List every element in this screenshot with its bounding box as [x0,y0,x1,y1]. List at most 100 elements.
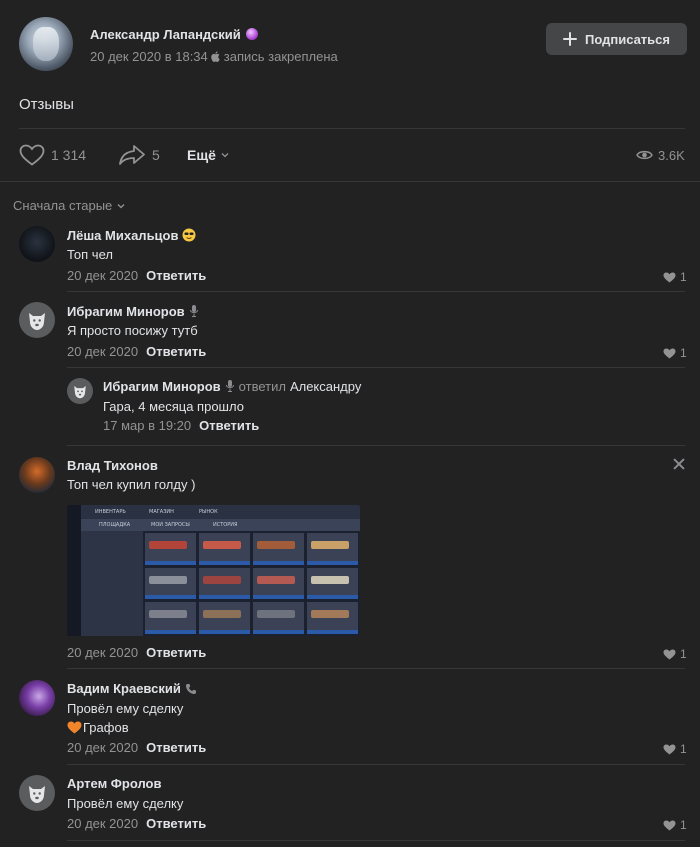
heart-icon [663,348,676,358]
reply-button[interactable]: Ответить [199,418,259,433]
screenshot-subtab: МОИ ЗАПРОСЫ [151,522,190,528]
avatar[interactable] [19,302,55,338]
author-name-text[interactable]: Александр Лапандский [90,27,241,42]
likes-count: 1 314 [51,147,87,163]
reply-button[interactable]: Ответить [146,816,206,831]
screenshot-item [199,567,250,600]
divider [0,181,700,182]
comment-like-button[interactable]: 1 [663,742,687,756]
post-date[interactable]: 20 дек 2020 в 18:34 [90,49,208,64]
avatar[interactable] [67,378,93,404]
screenshot-item [199,533,250,565]
comment-date[interactable]: 20 дек 2020 [67,268,138,283]
comment-author-text[interactable]: Вадим Краевский [67,681,181,696]
reply-button[interactable]: Ответить [146,268,206,283]
reply-to-name[interactable]: Александру [290,379,361,394]
subscribe-label: Подписаться [584,31,670,47]
comment-date[interactable]: 17 мар в 19:20 [103,418,191,433]
comment-author[interactable]: Ибрагим Миноров ответил Александру [103,379,361,394]
apple-icon [211,51,220,62]
dog-icon [74,385,86,399]
comment-date[interactable]: 20 дек 2020 [67,645,138,660]
sort-dropdown[interactable]: Сначала старые [13,198,125,213]
dog-icon [29,786,45,803]
chevron-down-icon [221,153,229,158]
share-icon [119,145,145,165]
comment-like-button[interactable]: 1 [663,346,687,360]
avatar[interactable] [19,457,55,493]
reply-button[interactable]: Ответить [146,740,206,755]
screenshot-item-grid [145,533,358,634]
screenshot-subtab: ИСТОРИЯ [213,522,238,528]
screenshot-tab: МАГАЗИН [149,509,174,515]
comment-author[interactable]: Вадим Краевский [67,681,197,696]
screenshot-item [145,533,196,565]
badge-icon [245,28,258,40]
comment-footer: 20 дек 2020 Ответить [67,344,206,359]
eye-icon [636,150,653,160]
avatar[interactable] [19,680,55,716]
dog-icon [29,313,45,330]
mention-text[interactable]: Графов [83,720,129,735]
screenshot-item [307,533,358,565]
comment-date[interactable]: 20 дек 2020 [67,344,138,359]
post-text: Отзывы [19,96,74,113]
comment-author[interactable]: Артем Фролов [67,776,162,791]
comment-author-text[interactable]: Ибрагим Миноров [103,379,221,394]
pinned-label: запись закреплена [223,49,338,64]
comment-author-text[interactable]: Ибрагим Миноров [67,304,185,319]
screenshot-tab: РЫНОК [199,509,218,515]
reply-button[interactable]: Ответить [146,344,206,359]
comment-text: Я просто посижу тутб [67,323,198,338]
comment-likes: 1 [680,742,687,756]
comment-author-text[interactable]: Лёша Михальцов [67,228,178,243]
comment-author-text[interactable]: Артем Фролов [67,776,162,791]
post-meta: 20 дек 2020 в 18:34 запись закреплена [90,49,338,64]
reply-button[interactable]: Ответить [146,645,206,660]
author-avatar[interactable] [19,17,73,71]
views-count: 3.6K [658,147,685,163]
comment-author[interactable]: Влад Тихонов [67,458,158,473]
post-actions: 1 314 5 Ещё 3.6K [0,138,700,172]
comment-text: Топ чел [67,247,113,262]
comment-like-button[interactable]: 1 [663,647,687,661]
comment-date[interactable]: 20 дек 2020 [67,816,138,831]
comment-author[interactable]: Ибрагим Миноров [67,304,199,319]
phone-icon [185,684,196,694]
screenshot-filter-pane [81,531,143,636]
screenshot-item [145,567,196,600]
more-label: Ещё [187,147,216,163]
share-button[interactable]: 5 [118,138,160,172]
comment-author[interactable]: Лёша Михальцов [67,228,196,243]
sort-label: Сначала старые [13,198,113,213]
screenshot-item [253,533,304,565]
avatar[interactable] [19,226,55,262]
comment-date[interactable]: 20 дек 2020 [67,740,138,755]
comment-likes: 1 [680,818,687,832]
heart-icon [663,649,676,659]
microphone-icon [225,380,234,392]
comment-author-text[interactable]: Влад Тихонов [67,458,158,473]
author-name[interactable]: Александр Лапандский [90,27,258,42]
comment-footer: 20 дек 2020 Ответить [67,268,206,283]
subscribe-button[interactable]: Подписаться [546,23,687,55]
screenshot-item [253,602,304,634]
comment-footer: 17 мар в 19:20 Ответить [103,418,259,433]
comment-likes: 1 [680,647,687,661]
comment-like-button[interactable]: 1 [663,818,687,832]
screenshot-item [145,602,196,634]
comment-text-line: Графов [67,718,129,737]
more-button[interactable]: Ещё [187,138,235,172]
like-button[interactable]: 1 314 [19,138,86,172]
plus-icon [562,32,577,46]
close-icon[interactable] [673,458,685,470]
comment-likes: 1 [680,270,687,284]
avatar[interactable] [19,775,55,811]
divider [19,128,685,129]
comment-like-button[interactable]: 1 [663,270,687,284]
screenshot-topbar: ИНВЕНТАРЬ МАГАЗИН РЫНОК [81,505,360,519]
orange-heart-icon [67,721,82,734]
comment-text: Провёл ему сделку [67,796,184,811]
screenshot-sidebar [67,505,81,636]
attached-screenshot[interactable]: ИНВЕНТАРЬ МАГАЗИН РЫНОК ПЛОЩАДКА МОИ ЗАП… [67,505,360,636]
